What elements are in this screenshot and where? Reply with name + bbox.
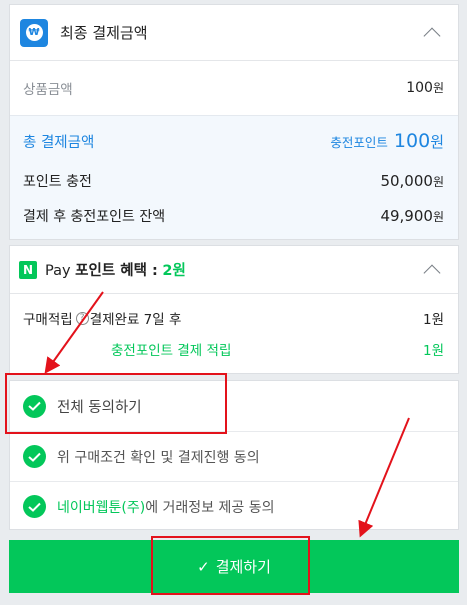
total-value: 충전포인트 100원 [330,130,444,152]
agree-all-checkbox[interactable]: 전체 동의하기 [10,381,458,431]
check-circle-icon [23,495,46,518]
purchase-reward-value: 1원 [422,312,444,328]
final-payment-header[interactable]: ₩ 최종 결제금액 [10,5,458,61]
pay-button-label: 결제하기 [215,559,271,576]
agree-provider-checkbox[interactable]: 네이버웹툰(주)에 거래정보 제공 동의 [10,481,458,531]
balance-label: 결제 후 충전포인트 잔액 [23,209,166,225]
pay-button[interactable]: ✓ 결제하기 [9,540,459,593]
final-payment-title: 최종 결제금액 [60,24,148,42]
purchase-reward-when: 결제완료 7일 후 [89,312,182,328]
charge-reward-row: 충전포인트 결제 적립 1원 [23,339,444,359]
purchase-reward-row: 구매적립 ? 결제완료 7일 후 1원 [23,308,444,328]
check-circle-icon [23,394,46,418]
won-icon: ₩ [20,18,48,47]
check-circle-icon [23,445,46,468]
point-benefit-title: Pay 포인트 혜택 : 2원 [45,263,186,279]
chevron-up-icon[interactable] [423,27,441,44]
final-payment-card: ₩ 최종 결제금액 상품금액 100원 총 결제금액 충전포인트 100원 포인… [9,4,459,240]
agree-terms-checkbox[interactable]: 위 구매조건 확인 및 결제진행 동의 [10,431,458,481]
agree-terms-label: 위 구매조건 확인 및 결제진행 동의 [57,449,260,466]
agree-provider-label: 네이버웹툰(주)에 거래정보 제공 동의 [57,499,275,516]
purchase-reward-label: 구매적립 [23,312,73,328]
total-row: 총 결제금액 충전포인트 100원 [23,128,444,154]
product-amount-label: 상품금액 [23,81,73,98]
chevron-up-icon[interactable] [423,264,441,281]
help-icon[interactable]: ? [75,311,89,325]
point-charge-value: 50,000원 [380,172,444,190]
product-amount-row: 상품금액 100원 [10,61,458,114]
provider-link[interactable]: 네이버웹툰(주) [57,500,145,516]
total-box: 총 결제금액 충전포인트 100원 포인트 충전 50,000원 결제 후 충전… [10,115,458,239]
agree-all-label: 전체 동의하기 [57,399,142,416]
balance-row: 결제 후 충전포인트 잔액 49,900원 [23,204,444,228]
point-charge-row: 포인트 충전 50,000원 [23,169,444,193]
naver-n-logo: N [19,260,37,279]
total-label: 총 결제금액 [23,134,95,151]
charge-reward-label: 충전포인트 결제 적립 [111,343,232,359]
point-benefit-header[interactable]: N Pay 포인트 혜택 : 2원 [10,246,458,294]
product-amount-value: 100원 [406,80,444,96]
check-icon: ✓ [197,558,210,576]
agreement-card: 전체 동의하기 위 구매조건 확인 및 결제진행 동의 네이버웹툰(주)에 거래… [9,380,459,530]
balance-value: 49,900원 [380,207,444,225]
charge-reward-value: 1원 [422,343,444,359]
point-benefit-card: N Pay 포인트 혜택 : 2원 구매적립 ? 결제완료 7일 후 1원 충전… [9,245,459,374]
point-charge-label: 포인트 충전 [23,174,92,190]
charge-point-tag: 충전포인트 [330,135,388,150]
